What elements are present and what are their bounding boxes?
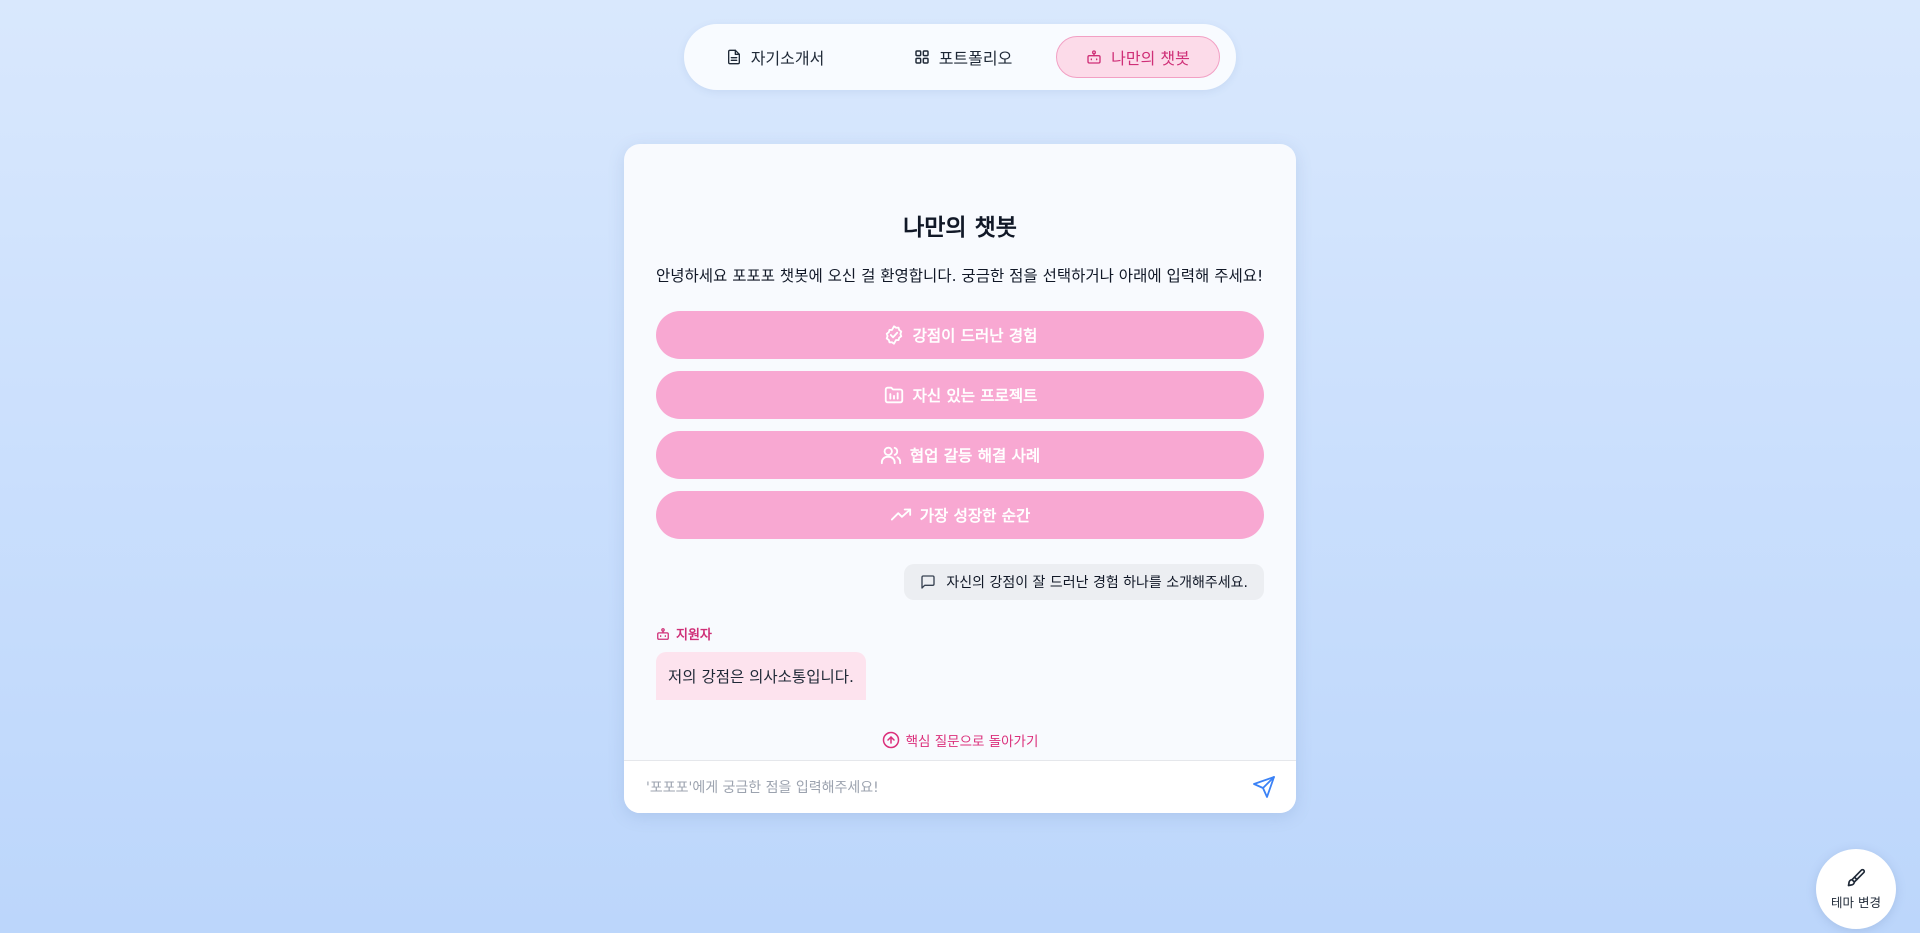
quick-question-strength-button[interactable]: 강점이 드러난 경험 [656,311,1264,359]
bot-message-bubble: 저의 강점은 의사소통입니다. [656,652,866,700]
user-message-bubble: 자신의 강점이 잘 드러난 경험 하나를 소개해주세요. [904,564,1264,600]
quick-question-label: 협업 갈등 해결 사례 [909,447,1041,465]
chat-input[interactable] [644,769,1228,807]
arrow-up-circle-icon [882,731,899,749]
tab-resume-label: 자기소개서 [750,49,825,68]
quick-question-label: 가장 성장한 순간 [919,507,1031,525]
chat-card: 나만의 챗봇 안녕하세요 포포포 챗봇에 오신 걸 환영합니다. 궁금한 점을 … [624,144,1296,813]
chat-intro: 안녕하세요 포포포 챗봇에 오신 걸 환영합니다. 궁금한 점을 선택하거나 아… [656,267,1264,285]
chat-input-bar [624,760,1296,813]
bot-sender-label: 지원자 [656,624,712,643]
bot-icon [657,627,669,640]
quick-question-growth-button[interactable]: 가장 성장한 순간 [656,491,1264,539]
quick-question-project-button[interactable]: 자신 있는 프로젝트 [656,371,1264,419]
send-icon[interactable] [1252,775,1276,799]
bot-icon [1087,50,1101,64]
quick-question-label: 강점이 드러난 경험 [912,327,1038,345]
document-icon [727,49,740,65]
user-message-text: 자신의 강점이 잘 드러난 경험 하나를 소개해주세요. [946,575,1248,591]
tab-chatbot-label: 나만의 챗봇 [1111,49,1190,68]
quick-question-collaboration-button[interactable]: 협업 갈등 해결 사례 [656,431,1264,479]
tab-portfolio-label: 포트폴리오 [938,49,1013,68]
check-circle-icon [885,325,902,345]
trending-up-icon [890,508,911,521]
theme-change-label: 테마 변경 [1831,894,1881,910]
message-square-icon [921,575,936,589]
quick-question-label: 자신 있는 프로젝트 [912,387,1038,405]
brush-icon [1847,868,1866,886]
bot-sender-name: 지원자 [676,628,712,643]
tab-chatbot[interactable]: 나만의 챗봇 [1056,36,1220,78]
grid-icon [914,50,929,64]
chat-title: 나만의 챗봇 [903,215,1017,241]
tab-portfolio[interactable]: 포트폴리오 [894,36,1032,78]
bot-message-text: 저의 강점은 의사소통입니다. [668,668,854,686]
tab-resume[interactable]: 자기소개서 [714,36,836,78]
back-to-questions-link[interactable]: 핵심 질문으로 돌아가기 [624,730,1296,750]
users-icon [880,446,901,465]
back-to-questions-label: 핵심 질문으로 돌아가기 [905,734,1039,750]
top-nav: 자기소개서 포트폴리오 나만의 챗봇 [684,24,1236,90]
theme-change-button[interactable]: 테마 변경 [1816,849,1896,929]
folder-chart-icon [884,386,903,404]
